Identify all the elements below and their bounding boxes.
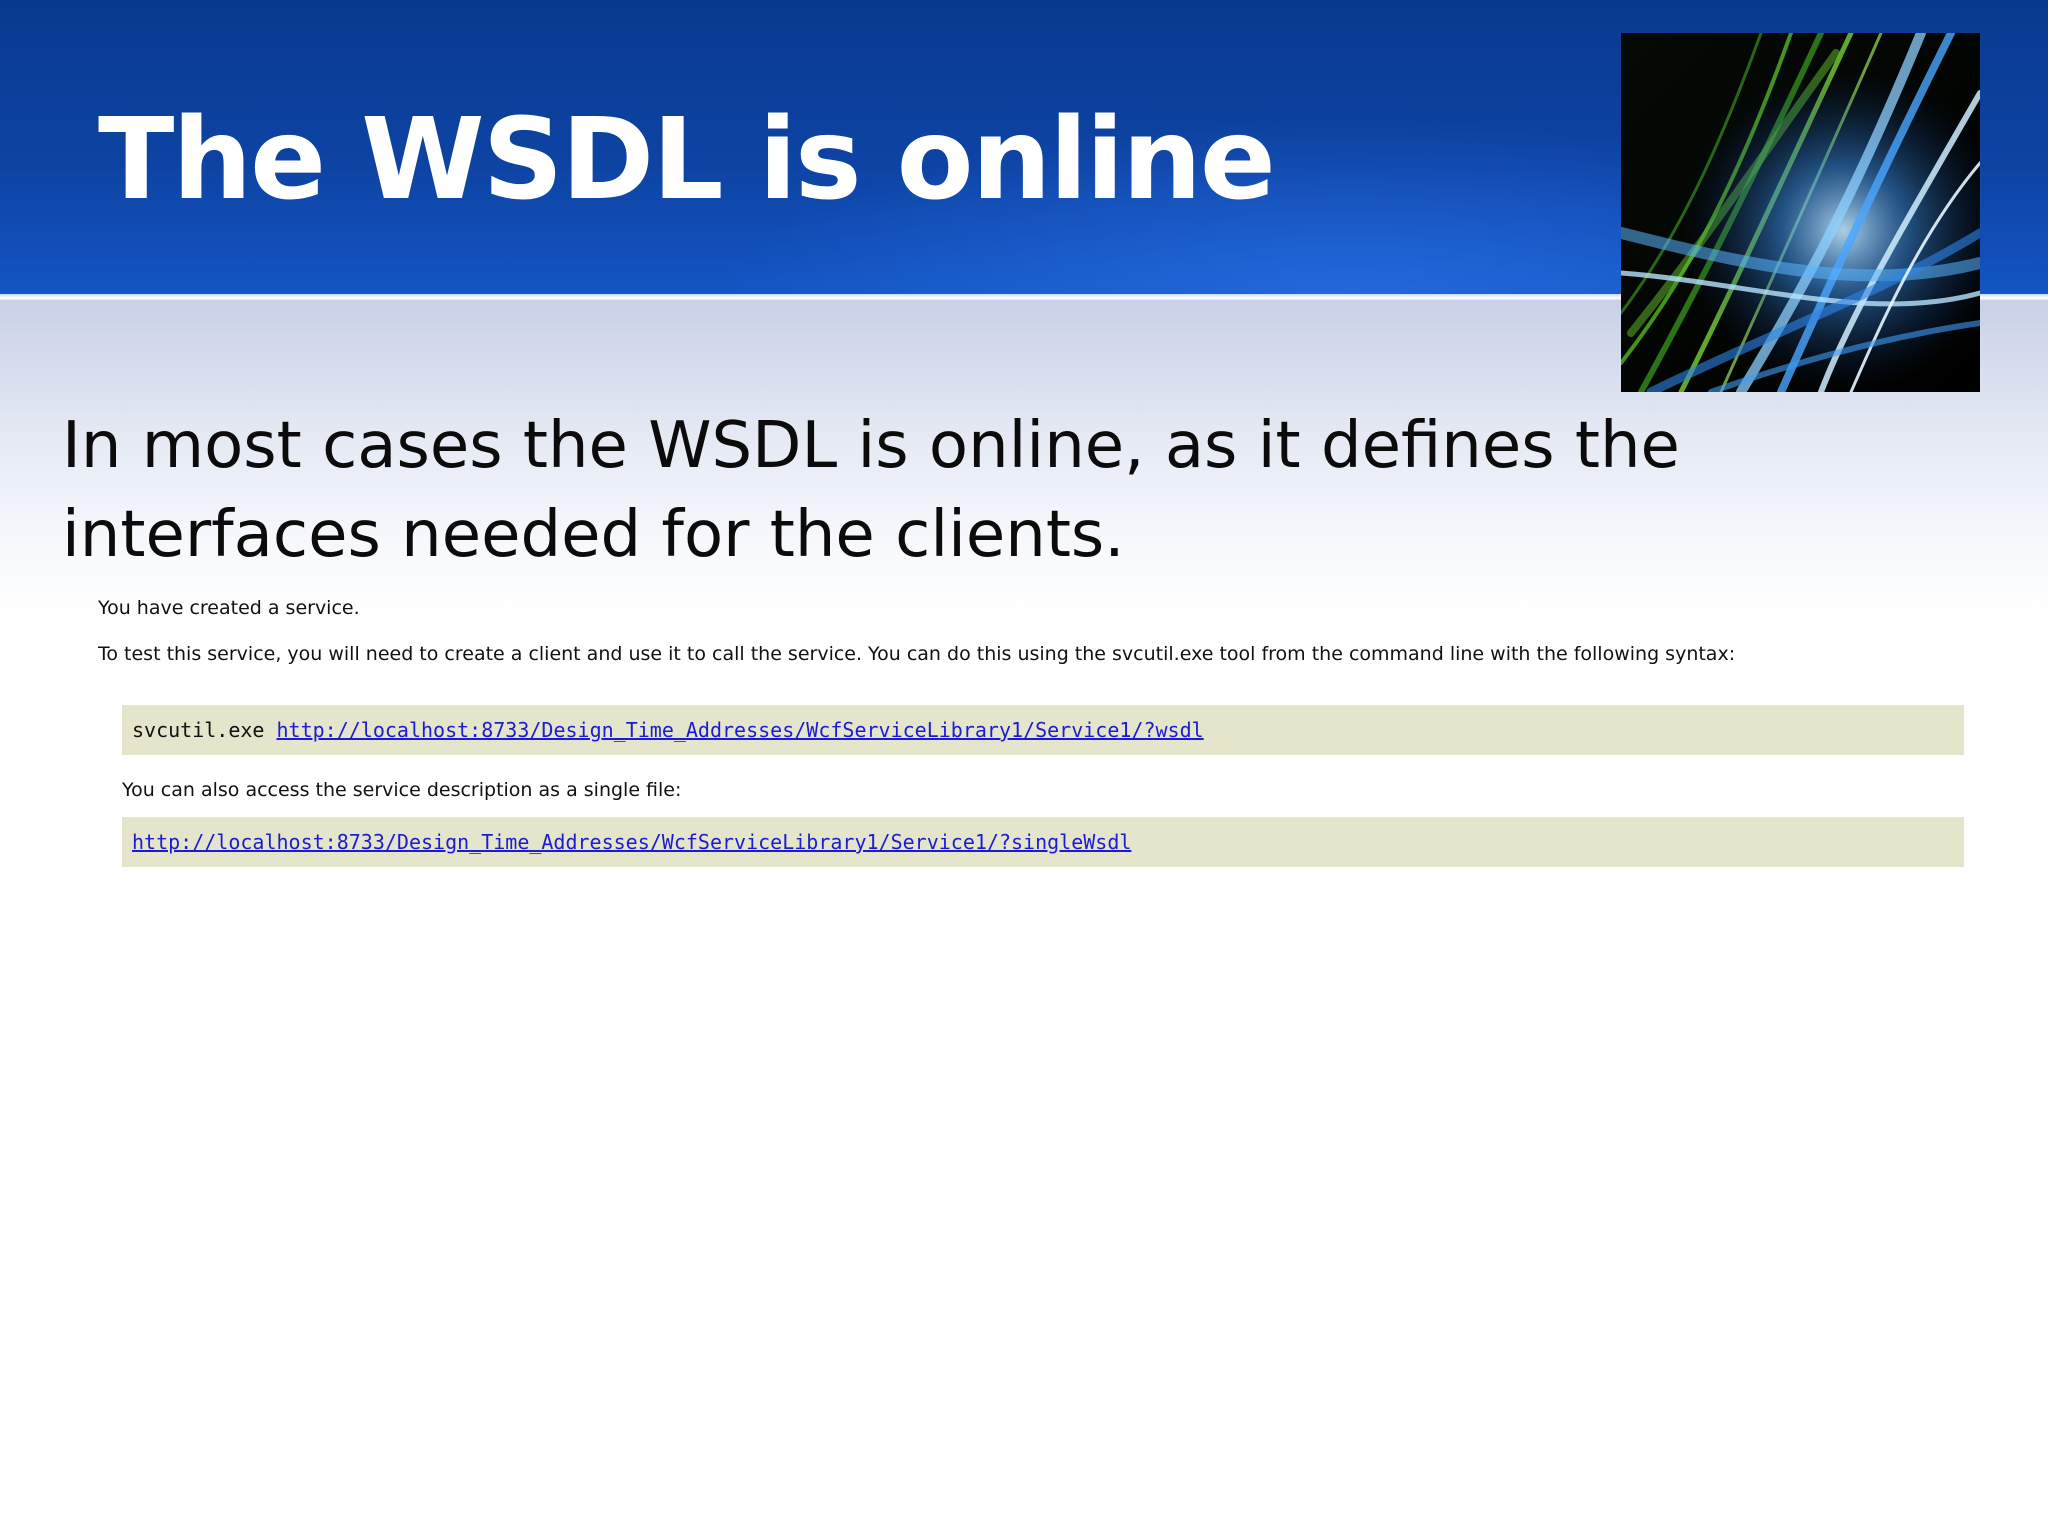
wsdl-link[interactable]: http://localhost:8733/Design_Time_Addres… bbox=[277, 718, 1204, 742]
svcutil-command-box: svcutil.exe http://localhost:8733/Design… bbox=[122, 705, 1964, 755]
slide: The WSDL is online In most cases the WSD… bbox=[0, 0, 2048, 1536]
body-paragraph: In most cases the WSDL is online, as it … bbox=[62, 409, 1680, 572]
service-created-message: You have created a service. bbox=[98, 597, 360, 619]
abstract-light-streaks-image bbox=[1621, 33, 1980, 392]
single-wsdl-link[interactable]: http://localhost:8733/Design_Time_Addres… bbox=[132, 830, 1131, 854]
single-file-message: You can also access the service descript… bbox=[122, 779, 682, 801]
service-test-instructions: To test this service, you will need to c… bbox=[98, 643, 1736, 665]
slide-title: The WSDL is online bbox=[98, 95, 1276, 225]
svcutil-command: svcutil.exe bbox=[132, 718, 265, 742]
single-wsdl-box: http://localhost:8733/Design_Time_Addres… bbox=[122, 817, 1964, 867]
